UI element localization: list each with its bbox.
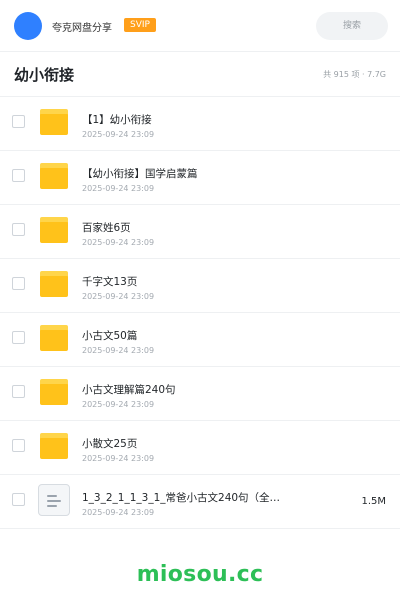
folder-summary: 共 915 项 · 7.7G bbox=[323, 70, 386, 79]
select-checkbox[interactable] bbox=[12, 169, 25, 182]
file-name: 【幼小衔接】国学启蒙篇 bbox=[82, 168, 198, 180]
account-name[interactable]: 夸克网盘分享 bbox=[52, 19, 112, 34]
file-row[interactable]: 小古文理解篇240句 2025-09-24 23:09 bbox=[0, 367, 400, 421]
folder-icon bbox=[40, 433, 68, 459]
folder-icon bbox=[40, 379, 68, 405]
select-checkbox[interactable] bbox=[12, 385, 25, 398]
select-checkbox[interactable] bbox=[12, 331, 25, 344]
select-checkbox[interactable] bbox=[12, 277, 25, 290]
file-row[interactable]: 【幼小衔接】国学启蒙篇 2025-09-24 23:09 bbox=[0, 151, 400, 205]
folder-icon bbox=[40, 271, 68, 297]
search-button[interactable]: 搜索 bbox=[316, 12, 388, 40]
folder-icon bbox=[40, 325, 68, 351]
file-name: 小古文50篇 bbox=[82, 330, 138, 342]
file-name: 【1】幼小衔接 bbox=[82, 114, 152, 126]
select-checkbox[interactable] bbox=[12, 493, 25, 506]
app: 夸克网盘分享 SVIP 搜索 幼小衔接 共 915 项 · 7.7G 【1】幼小… bbox=[0, 0, 400, 600]
svip-badge: SVIP bbox=[124, 18, 156, 32]
file-row[interactable]: 小古文50篇 2025-09-24 23:09 bbox=[0, 313, 400, 367]
folder-icon bbox=[40, 163, 68, 189]
file-name: 1_3_2_1_1_3_1_常爸小古文240句（全… bbox=[82, 492, 281, 504]
folder-icon bbox=[40, 217, 68, 243]
file-name: 小古文理解篇240句 bbox=[82, 384, 176, 396]
file-size: 1.5M bbox=[361, 496, 386, 507]
file-date: 2025-09-24 23:09 bbox=[82, 346, 155, 355]
avatar[interactable] bbox=[14, 12, 42, 40]
file-row[interactable]: 千字文13页 2025-09-24 23:09 bbox=[0, 259, 400, 313]
select-checkbox[interactable] bbox=[12, 115, 25, 128]
file-date: 2025-09-24 23:09 bbox=[82, 292, 155, 301]
file-list: 【1】幼小衔接 2025-09-24 23:09 【幼小衔接】国学启蒙篇 2025-0… bbox=[0, 97, 400, 529]
file-row[interactable]: 【1】幼小衔接 2025-09-24 23:09 bbox=[0, 97, 400, 151]
watermark: miosou.cc bbox=[136, 562, 264, 587]
select-checkbox[interactable] bbox=[12, 223, 25, 236]
file-row[interactable]: 小散文25页 2025-09-24 23:09 bbox=[0, 421, 400, 475]
file-date: 2025-09-24 23:09 bbox=[82, 400, 155, 409]
file-date: 2025-09-24 23:09 bbox=[82, 184, 155, 193]
file-date: 2025-09-24 23:09 bbox=[82, 238, 155, 247]
header: 夸克网盘分享 SVIP 搜索 bbox=[0, 0, 400, 50]
file-row[interactable]: 1_3_2_1_1_3_1_常爸小古文240句（全… 2025-09-24 23:… bbox=[0, 475, 400, 529]
folder-icon bbox=[40, 109, 68, 135]
file-date: 2025-09-24 23:09 bbox=[82, 508, 155, 517]
file-name: 百家姓6页 bbox=[82, 222, 131, 234]
document-icon bbox=[38, 484, 70, 516]
page-title: 幼小衔接 bbox=[14, 66, 75, 84]
file-name: 小散文25页 bbox=[82, 438, 138, 450]
header-divider bbox=[0, 51, 400, 52]
file-row[interactable]: 百家姓6页 2025-09-24 23:09 bbox=[0, 205, 400, 259]
file-date: 2025-09-24 23:09 bbox=[82, 454, 155, 463]
select-checkbox[interactable] bbox=[12, 439, 25, 452]
file-date: 2025-09-24 23:09 bbox=[82, 130, 155, 139]
file-name: 千字文13页 bbox=[82, 276, 138, 288]
